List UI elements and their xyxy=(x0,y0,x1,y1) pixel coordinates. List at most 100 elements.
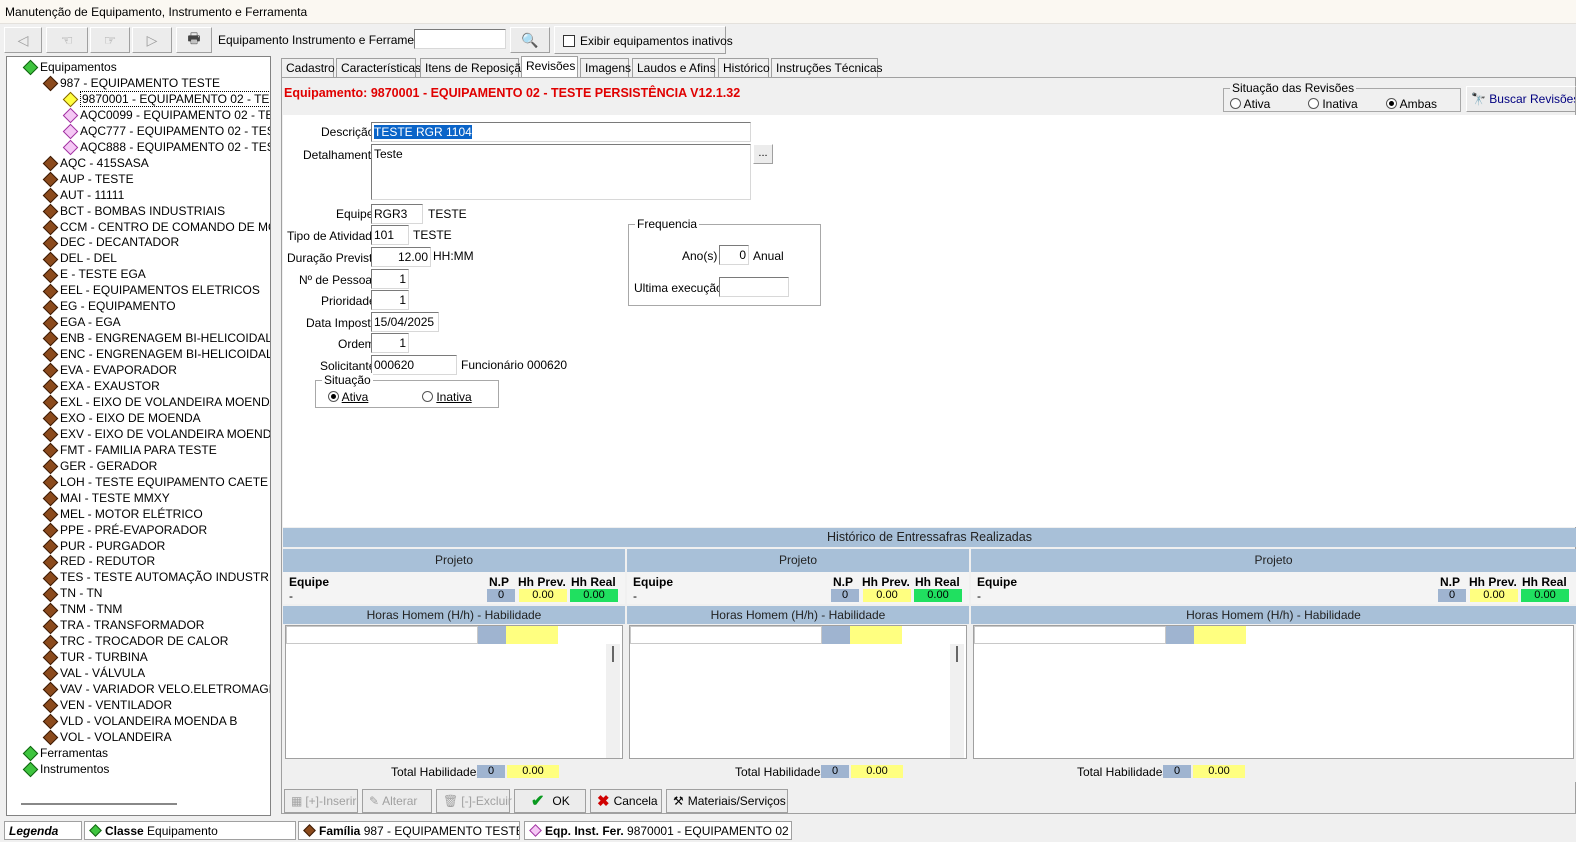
tree-root-ferramentas[interactable]: Ferramentas xyxy=(22,745,108,762)
habilidade-list[interactable] xyxy=(285,625,623,759)
radio-situacao-ativa[interactable] xyxy=(328,391,339,402)
previous-record-button[interactable]: ☜ xyxy=(46,27,88,53)
radio-inativa[interactable] xyxy=(1308,98,1319,109)
tree-group-987[interactable]: 987 - EQUIPAMENTO TESTE xyxy=(42,75,220,92)
tree-group-20[interactable]: LOH - TESTE EQUIPAMENTO CAETE xyxy=(42,474,268,491)
tree-group-10[interactable]: EGA - EGA xyxy=(42,314,121,331)
tree-group-11[interactable]: ENB - ENGRENAGEM BI-HELICOIDAL MOENDA xyxy=(42,330,270,347)
habilidade-list[interactable] xyxy=(973,625,1574,759)
tree-group-35[interactable]: VLD - VOLANDEIRA MOENDA B xyxy=(42,713,237,730)
tree-group-7[interactable]: E - TESTE EGA xyxy=(42,266,146,283)
tree-group-16[interactable]: EXO - EIXO DE MOENDA xyxy=(42,410,201,427)
buscar-revisoes-button[interactable]: 🔭 Buscar Revisões xyxy=(1466,86,1576,112)
prioridade-input[interactable]: 1 xyxy=(371,290,409,310)
tree-group-22[interactable]: MEL - MOTOR ELÉTRICO xyxy=(42,506,203,523)
tab-laudos[interactable]: Laudos e Afins xyxy=(632,58,716,77)
filter-ativa[interactable]: Ativa xyxy=(1230,97,1270,111)
descricao-input[interactable]: TESTE RGR 1104 xyxy=(371,122,751,142)
tree-horizontal-scrollbar[interactable] xyxy=(21,803,177,805)
habilidade-scrollbar[interactable] xyxy=(950,644,964,758)
duracao-input[interactable]: 12.00 xyxy=(371,247,431,267)
descricao-value: TESTE RGR 1104 xyxy=(374,125,472,139)
tree-group-33[interactable]: VAV - VARIADOR VELO.ELETROMAGNÉTICO xyxy=(42,681,270,698)
tree-group-2[interactable]: AUT - 11111 xyxy=(42,187,124,204)
tree-root-instrumentos[interactable]: Instrumentos xyxy=(22,761,109,778)
show-inactive-checkbox[interactable] xyxy=(563,35,575,47)
ordem-input[interactable]: 1 xyxy=(371,333,409,353)
tree-group-26[interactable]: TES - TESTE AUTOMAÇÃO INDUSTRIA xyxy=(42,569,270,586)
tree-group-25[interactable]: RED - REDUTOR xyxy=(42,553,155,571)
habilidade-list[interactable] xyxy=(629,625,967,759)
tab-imagens[interactable]: Imagens xyxy=(580,58,631,77)
tree-group-17[interactable]: EXV - EIXO DE VOLANDEIRA MOENDA A xyxy=(42,426,270,443)
tree-item-1[interactable]: AQC0099 - EQUIPAMENTO 02 - TESTE xyxy=(62,107,270,124)
first-record-button[interactable]: ◁ xyxy=(4,27,42,53)
filter-ambas[interactable]: Ambas xyxy=(1386,97,1437,111)
tree-group-19[interactable]: GER - GERADOR xyxy=(42,458,157,475)
tree-group-4[interactable]: CCM - CENTRO DE COMANDO DE MOTORES xyxy=(42,219,270,236)
print-button[interactable]: 🖶 xyxy=(176,27,212,53)
tree-group-9[interactable]: EG - EQUIPAMENTO xyxy=(42,298,176,315)
tree-group-13[interactable]: EVA - EVAPORADOR xyxy=(42,362,177,379)
situacao-inativa-option[interactable]: Inativa xyxy=(422,390,472,404)
tree-root-equipamentos[interactable]: Equipamentos xyxy=(22,59,117,76)
tree-group-32[interactable]: VAL - VÁLVULA xyxy=(42,665,145,682)
detalhamento-expand-button[interactable]: ... xyxy=(753,144,773,164)
tab-caracteristicas[interactable]: Características xyxy=(336,58,421,77)
tree-item-2[interactable]: AQC777 - EQUIPAMENTO 02 - TESTE xyxy=(62,123,270,140)
tree-group-30[interactable]: TRC - TROCADOR DE CALOR xyxy=(42,633,228,650)
tree-group-6[interactable]: DEL - DEL xyxy=(42,250,117,267)
last-record-button[interactable]: ▷ xyxy=(132,27,172,53)
inserir-button[interactable]: ▦ [+]-Inserir xyxy=(284,789,358,813)
radio-ativa[interactable] xyxy=(1230,98,1241,109)
tree-group-29[interactable]: TRA - TRANSFORMADOR xyxy=(42,617,204,634)
situacao-ativa-option[interactable]: Ativa xyxy=(328,390,368,404)
radio-ambas[interactable] xyxy=(1386,98,1397,109)
tree-group-23[interactable]: PPE - PRÉ-EVAPORADOR xyxy=(42,522,207,539)
tree-group-34[interactable]: VEN - VENTILADOR xyxy=(42,697,172,714)
cancela-button[interactable]: ✖ Cancela xyxy=(590,789,662,813)
tab-revisoes[interactable]: Revisões xyxy=(521,56,578,77)
tab-instrucoes[interactable]: Instruções Técnicas xyxy=(771,58,883,77)
tree-group-3[interactable]: BCT - BOMBAS INDUSTRIAIS xyxy=(42,203,225,220)
detalhamento-textarea[interactable]: Teste xyxy=(371,144,751,200)
search-button[interactable]: 🔍 xyxy=(510,27,550,53)
tipo-atividade-input[interactable]: 101 xyxy=(371,225,409,245)
tree-group-18[interactable]: FMT - FAMILIA PARA TESTE xyxy=(42,442,217,459)
tree-group-0[interactable]: AQC - 415SASA xyxy=(42,155,149,172)
tab-historico[interactable]: Histórico xyxy=(718,58,770,77)
equipment-tree[interactable]: Equipamentos 987 - EQUIPAMENTO TESTE 98700… xyxy=(6,56,271,816)
tree-group-15[interactable]: EXL - EIXO DE VOLANDEIRA MOENDA B xyxy=(42,394,270,411)
tree-group-8[interactable]: EEL - EQUIPAMENTOS ELETRICOS xyxy=(42,282,260,299)
equipe-input[interactable]: RGR3 xyxy=(371,204,423,224)
materiais-button[interactable]: ⚒ Materiais/Serviços xyxy=(666,789,788,813)
tab-itens-reposicao[interactable]: Itens de Reposição xyxy=(420,58,528,77)
tree-item-3[interactable]: AQC888 - EQUIPAMENTO 02 - TESTE xyxy=(62,139,270,156)
solicitante-input[interactable]: 000620 xyxy=(371,355,457,375)
next-record-button[interactable]: ☞ xyxy=(90,27,130,53)
tab-cadastro[interactable]: Cadastro xyxy=(281,58,335,77)
tree-group-12[interactable]: ENC - ENGRENAGEM BI-HELICOIDAL MOENDA xyxy=(42,346,270,363)
equipment-header-label: Equipamento: xyxy=(284,86,368,100)
tree-item-0[interactable]: 9870001 - EQUIPAMENTO 02 - TESTE xyxy=(62,90,270,108)
tree-group-1[interactable]: AUP - TESTE xyxy=(42,171,134,188)
data-imposta-input[interactable]: 15/04/2025 xyxy=(371,312,439,332)
tree-group-21[interactable]: MAI - TESTE MMXY xyxy=(42,490,170,507)
tree-group-31[interactable]: TUR - TURBINA xyxy=(42,649,148,666)
ultima-execucao-input[interactable] xyxy=(719,277,789,297)
anos-input[interactable]: 0 xyxy=(719,245,749,265)
tree-group-36[interactable]: VOL - VOLANDEIRA xyxy=(42,729,172,746)
tree-group-5[interactable]: DEC - DECANTADOR xyxy=(42,234,179,252)
habilidade-scrollbar[interactable] xyxy=(606,644,620,758)
tree-group-14[interactable]: EXA - EXAUSTOR xyxy=(42,378,160,395)
pessoas-input[interactable]: 1 xyxy=(371,269,409,289)
ok-button[interactable]: ✔ OK xyxy=(514,789,586,813)
excluir-button[interactable]: 🗑 [-]-Excluir xyxy=(436,789,512,813)
tree-group-27[interactable]: TN - TN xyxy=(42,585,102,602)
alterar-button[interactable]: ✎ Alterar xyxy=(362,789,432,813)
tree-group-28[interactable]: TNM - TNM xyxy=(42,601,122,618)
radio-situacao-inativa[interactable] xyxy=(422,391,433,402)
search-input[interactable] xyxy=(414,29,506,49)
filter-inativa[interactable]: Inativa xyxy=(1308,97,1358,111)
tree-group-24[interactable]: PUR - PURGADOR xyxy=(42,538,165,555)
